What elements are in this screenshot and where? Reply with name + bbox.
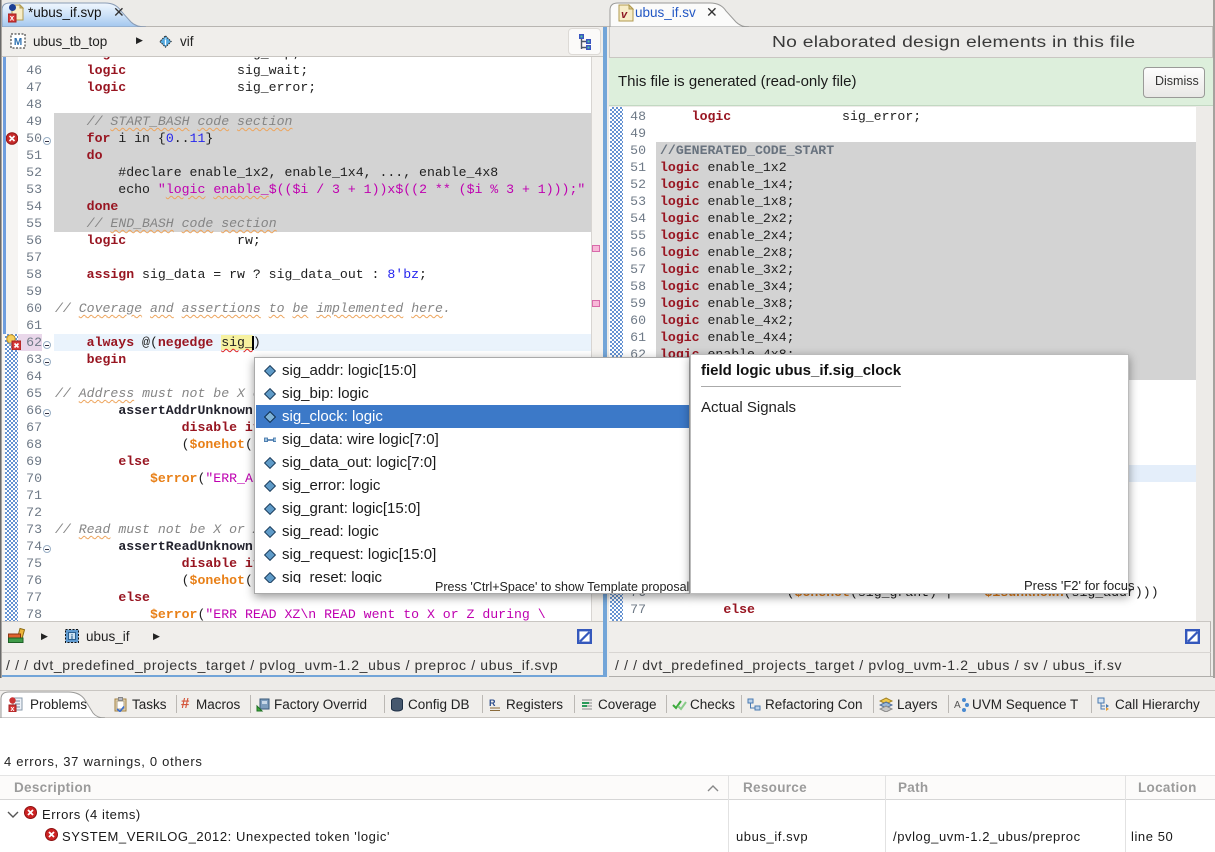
svg-text:R: R [489, 698, 496, 708]
svg-text:M: M [14, 37, 22, 48]
svg-text:i: i [164, 37, 167, 47]
svg-text:x: x [11, 706, 15, 712]
svg-text:i: i [71, 633, 73, 642]
svg-text:x: x [10, 14, 15, 23]
svg-text:A: A [954, 700, 961, 711]
svg-text:v: v [621, 9, 628, 21]
